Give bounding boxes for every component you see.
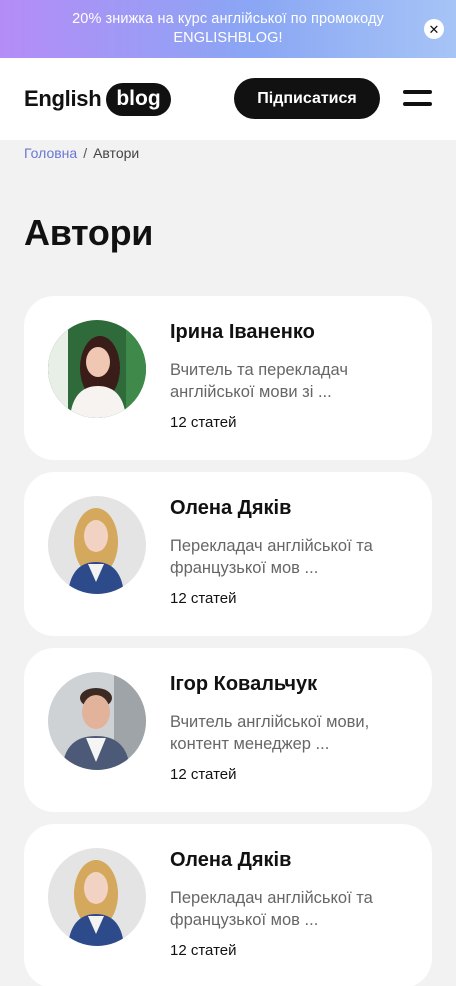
author-description: Вчитель та перекладач англійської мови з… bbox=[170, 361, 348, 401]
author-name[interactable]: Ірина Іваненко bbox=[170, 321, 315, 344]
author-article-count: 12 статей bbox=[170, 942, 237, 959]
page-title: Автори bbox=[24, 212, 154, 253]
hamburger-menu-icon[interactable] bbox=[403, 90, 432, 108]
close-icon[interactable]: ✕ bbox=[424, 19, 444, 39]
site-header: English blog Підписатися bbox=[0, 58, 456, 140]
author-avatar[interactable] bbox=[48, 848, 146, 946]
author-card[interactable]: Ірина Іваненко Вчитель та перекладач анг… bbox=[24, 296, 432, 460]
author-article-count: 12 статей bbox=[170, 590, 237, 607]
logo[interactable]: English blog bbox=[24, 82, 171, 116]
author-description: Вчитель англійської мови, контент менедж… bbox=[170, 713, 370, 753]
promo-banner[interactable]: 20% знижка на курс англійської по промок… bbox=[0, 0, 456, 58]
author-avatar[interactable] bbox=[48, 672, 146, 770]
author-description: Перекладач англійської та французької мо… bbox=[170, 889, 373, 929]
author-avatar[interactable] bbox=[48, 320, 146, 418]
author-card[interactable]: Олена Дяків Перекладач англійської та фр… bbox=[24, 472, 432, 636]
logo-text: English bbox=[24, 86, 102, 111]
subscribe-button[interactable]: Підписатися bbox=[234, 78, 380, 119]
breadcrumb-current: Автори bbox=[93, 145, 140, 161]
author-name[interactable]: Олена Дяків bbox=[170, 849, 291, 872]
author-article-count: 12 статей bbox=[170, 414, 237, 431]
author-description: Перекладач англійської та французької мо… bbox=[170, 537, 373, 577]
author-card[interactable]: Ігор Ковальчук Вчитель англійської мови,… bbox=[24, 648, 432, 812]
author-name[interactable]: Ігор Ковальчук bbox=[170, 673, 317, 696]
author-card[interactable]: Олена Дяків Перекладач англійської та фр… bbox=[24, 824, 432, 986]
breadcrumb-separator: / bbox=[83, 145, 88, 161]
promo-text: 20% знижка на курс англійської по промок… bbox=[72, 11, 384, 46]
breadcrumb: Головна / Автори bbox=[24, 145, 139, 161]
logo-badge: blog bbox=[106, 82, 171, 116]
breadcrumb-home-link[interactable]: Головна bbox=[24, 145, 77, 161]
author-name[interactable]: Олена Дяків bbox=[170, 497, 291, 520]
author-avatar[interactable] bbox=[48, 496, 146, 594]
author-article-count: 12 статей bbox=[170, 766, 237, 783]
